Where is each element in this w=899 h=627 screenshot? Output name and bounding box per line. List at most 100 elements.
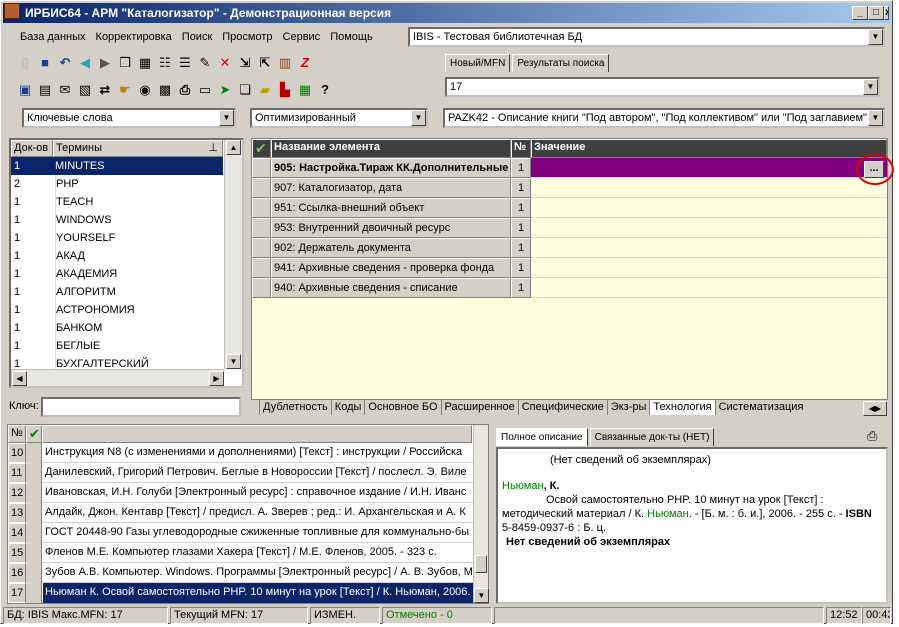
row-selector[interactable] (252, 258, 271, 278)
field-row[interactable]: 902: Держатель документа 1 (252, 238, 887, 258)
field-value[interactable] (531, 158, 887, 178)
tab-search-results[interactable]: Результаты поиска (512, 54, 610, 72)
grid-icon[interactable]: ▦ (135, 53, 155, 73)
link-icon[interactable]: ⇄ (95, 80, 115, 100)
tabs-scroll-icon[interactable]: ◀▶ (863, 401, 887, 416)
row-selector[interactable] (252, 178, 271, 198)
message-icon[interactable]: ▧ (75, 80, 95, 100)
field-value[interactable] (531, 258, 887, 278)
field-row[interactable]: 953: Внутренний двоичный ресурс 1 (252, 218, 887, 238)
field-row[interactable]: 940: Архивные сведения - списание 1 (252, 278, 887, 298)
doc-mark[interactable] (26, 443, 42, 463)
save-icon[interactable]: ■ (35, 53, 55, 73)
doc-mark[interactable] (26, 543, 42, 563)
scroll-up-icon[interactable]: ▲ (226, 140, 241, 155)
docs-vscrollbar[interactable]: ▼ (473, 425, 489, 603)
chart-icon[interactable]: ▙ (275, 80, 295, 100)
term-row[interactable]: 1 АСТРОНОМИЯ (11, 301, 223, 319)
doc-mark[interactable] (26, 503, 42, 523)
comment2-icon[interactable]: ▤ (35, 80, 55, 100)
col-value[interactable]: Значение (531, 139, 887, 158)
key-input[interactable] (41, 397, 241, 417)
row-selector[interactable] (252, 218, 271, 238)
term-row[interactable]: 1 YOURSELF (11, 229, 223, 247)
forward-icon[interactable]: ▶ (95, 53, 115, 73)
term-row[interactable]: 1 WINDOWS (11, 211, 223, 229)
scroll-down-icon[interactable]: ▼ (226, 354, 241, 369)
print-icon[interactable]: ⎙ (175, 80, 195, 100)
document-row[interactable]: 11 Данилевский, Григорий Петрович. Беглые… (8, 463, 473, 483)
docs-col-number[interactable]: № (8, 425, 26, 443)
doc-mark[interactable] (26, 583, 42, 603)
doc-mark[interactable] (26, 563, 42, 583)
copy-icon[interactable]: ❐ (115, 53, 135, 73)
menu-database[interactable]: База данных (15, 27, 91, 47)
terms-col-terms[interactable]: Термины ⊥ (53, 140, 223, 157)
term-row[interactable]: 1 TEACH (11, 193, 223, 211)
pin-icon[interactable]: ⊥ (208, 141, 218, 156)
z3950-icon[interactable]: Z (295, 53, 315, 73)
chevron-down-icon[interactable]: ▼ (868, 29, 883, 45)
print-icon[interactable]: ⎙ (867, 428, 877, 444)
terms-vscrollbar[interactable]: ▲ ▼ (224, 140, 242, 369)
term-row[interactable]: 1 АКАД (11, 247, 223, 265)
tab-full-description[interactable]: Полное описание (496, 428, 588, 446)
view-icon[interactable]: ◉ (135, 80, 155, 100)
delete-icon[interactable]: ✕ (215, 53, 235, 73)
term-row[interactable]: 1 MINUTES (11, 157, 223, 175)
minimize-button[interactable]: _ (852, 6, 868, 20)
menu-help[interactable]: Помощь (325, 27, 378, 47)
list-icon[interactable]: ☰ (175, 53, 195, 73)
document-row[interactable]: 16 Зубов А.В. Компьютер. Windows. Програм… (8, 563, 473, 583)
doc-mark[interactable] (26, 483, 42, 503)
tab-7[interactable]: Систематизация (714, 400, 807, 415)
row-selector[interactable] (252, 158, 271, 178)
tab-3[interactable]: Расширенное (440, 400, 518, 415)
term-row[interactable]: 2 PHP (11, 175, 223, 193)
document-row[interactable]: 13 Алдайк, Джон. Кентавр [Текст] / предис… (8, 503, 473, 523)
col-element-name[interactable]: Название элемента (271, 139, 511, 158)
term-row[interactable]: 1 БАНКОМ (11, 319, 223, 337)
check-icon[interactable]: ✔ (26, 425, 42, 443)
books-icon[interactable]: ▥ (275, 53, 295, 73)
field-value[interactable] (531, 218, 887, 238)
menu-search[interactable]: Поиск (177, 27, 217, 47)
tab-4[interactable]: Специфические (517, 400, 607, 415)
maximize-button[interactable]: □ (868, 6, 884, 20)
mail-icon[interactable]: ✉ (55, 80, 75, 100)
term-row[interactable]: 1 АКАДЕМИЯ (11, 265, 223, 283)
chevron-down-icon[interactable]: ▼ (411, 110, 426, 126)
doc-mark[interactable] (26, 463, 42, 483)
document-row[interactable]: 10 Инструкция N8 (с изменениями и дополне… (8, 443, 473, 463)
document-row[interactable]: 12 Ивановская, И.Н. Голуби [Электронный р… (8, 483, 473, 503)
field-value[interactable] (531, 238, 887, 258)
field-row[interactable]: 907: Каталогизатор, дата 1 (252, 178, 887, 198)
field-value[interactable] (531, 198, 887, 218)
database-select[interactable]: IBIS - Тестовая библиотечная БД ▼ (408, 27, 885, 47)
new-doc-icon[interactable]: ▯ (15, 53, 35, 73)
tab-new-mfn[interactable]: Новый/MFN (445, 54, 511, 72)
run-icon[interactable]: ➤ (215, 80, 235, 100)
terms-col-docs[interactable]: Док-ов (11, 140, 53, 157)
comment-icon[interactable]: ▣ (15, 80, 35, 100)
tab-1[interactable]: Коды (330, 400, 365, 415)
stack-icon[interactable]: ▩ (155, 80, 175, 100)
chevron-down-icon[interactable]: ▼ (219, 110, 234, 126)
scroll-thumb[interactable] (475, 555, 487, 573)
term-row[interactable]: 1 БЕГЛЫЕ (11, 337, 223, 355)
tab-0[interactable]: Дублетность (259, 400, 331, 415)
dictionary-select[interactable]: Ключевые слова ▼ (22, 108, 236, 128)
help-icon[interactable]: ? (315, 80, 335, 100)
scroll-right-icon[interactable]: ▶ (209, 371, 224, 386)
field-row[interactable]: 951: Ссылка-внешний объект 1 (252, 198, 887, 218)
edit-icon[interactable]: ✎ (195, 53, 215, 73)
folder-icon[interactable]: ▰ (255, 80, 275, 100)
document-row[interactable]: 15 Фленов М.Е. Компьютер глазами Хакера [… (8, 543, 473, 563)
field-value[interactable] (531, 178, 887, 198)
col-number[interactable]: № (511, 139, 531, 158)
document-row[interactable]: 14 ГОСТ 20448-90 Газы углеводородные сжиж… (8, 523, 473, 543)
field-row[interactable]: 941: Архивные сведения - проверка фонда 1 (252, 258, 887, 278)
doc-mark[interactable] (26, 523, 42, 543)
export-icon[interactable]: ⇱ (255, 53, 275, 73)
chevron-down-icon[interactable]: ▼ (868, 110, 883, 126)
